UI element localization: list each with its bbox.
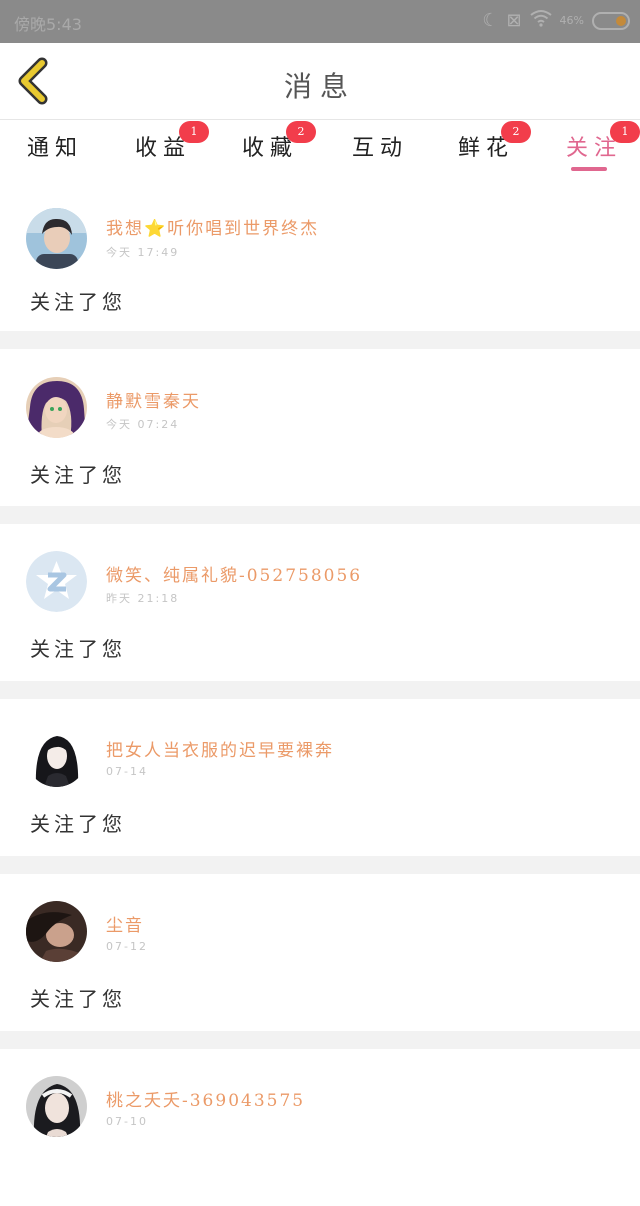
avatar[interactable] bbox=[26, 377, 87, 438]
tab-notifications[interactable]: 通知 bbox=[27, 130, 83, 170]
unread-badge: 2 bbox=[286, 121, 316, 143]
username-link[interactable]: 桃之夭夭-369043575 bbox=[106, 1086, 305, 1111]
list-item[interactable]: 静默雪秦天 今天 07:24 关注了您 bbox=[0, 349, 640, 506]
tab-favorites[interactable]: 收藏 2 bbox=[242, 121, 316, 170]
unread-badge: 2 bbox=[501, 121, 531, 143]
tab-earnings[interactable]: 收益 1 bbox=[135, 121, 209, 170]
timestamp: 今天 17:49 bbox=[106, 246, 180, 259]
avatar[interactable] bbox=[26, 901, 87, 962]
moon-icon: ☾ bbox=[482, 10, 499, 31]
avatar[interactable] bbox=[26, 726, 87, 787]
list-item[interactable]: 尘音 07-12 关注了您 bbox=[0, 874, 640, 1031]
status-time: 傍晚5:43 bbox=[14, 15, 82, 34]
username-link[interactable]: 尘音 bbox=[106, 911, 144, 936]
tab-interactions[interactable]: 互动 bbox=[352, 130, 408, 170]
tab-label: 互动 bbox=[352, 136, 409, 161]
tab-follows[interactable]: 关注 1 bbox=[566, 121, 640, 170]
list-item[interactable]: 把女人当衣服的迟早要裸奔 07-14 关注了您 bbox=[0, 699, 640, 856]
wifi-icon bbox=[529, 9, 552, 34]
active-tab-indicator bbox=[571, 167, 607, 171]
battery-icon bbox=[592, 12, 630, 30]
header: 消息 bbox=[0, 43, 640, 120]
username-link[interactable]: 我想⭐听你唱到世界终杰 bbox=[106, 214, 319, 239]
timestamp: 07-14 bbox=[106, 765, 148, 778]
divider bbox=[0, 856, 640, 874]
username-link[interactable]: 把女人当衣服的迟早要裸奔 bbox=[106, 736, 334, 761]
status-icons: ☾ ⊠ 46% bbox=[482, 9, 630, 33]
battery-percent: 46% bbox=[559, 14, 584, 27]
list-item[interactable]: 微笑、纯属礼貌-052758056 昨天 21:18 关注了您 bbox=[0, 524, 640, 681]
avatar[interactable] bbox=[26, 551, 87, 612]
timestamp: 今天 07:24 bbox=[106, 418, 180, 431]
follow-message: 关注了您 bbox=[30, 463, 126, 487]
page-title: 消息 bbox=[283, 70, 356, 103]
follow-list: 我想⭐听你唱到世界终杰 今天 17:49 关注了您 静默雪秦天 今天 07:24… bbox=[0, 174, 640, 1206]
tab-label: 通知 bbox=[27, 136, 84, 161]
avatar[interactable] bbox=[26, 208, 87, 269]
status-bar: 傍晚5:43 ☾ ⊠ 46% bbox=[0, 0, 640, 43]
follow-message: 关注了您 bbox=[30, 987, 126, 1011]
avatar[interactable] bbox=[26, 1076, 87, 1137]
list-item[interactable]: 桃之夭夭-369043575 07-10 bbox=[0, 1049, 640, 1206]
follow-message: 关注了您 bbox=[30, 637, 126, 661]
tab-flowers[interactable]: 鲜花 2 bbox=[458, 121, 531, 170]
follow-message: 关注了您 bbox=[30, 290, 126, 314]
timestamp: 昨天 21:18 bbox=[106, 592, 180, 605]
no-sim-icon: ⊠ bbox=[506, 10, 522, 31]
unread-badge: 1 bbox=[179, 121, 209, 143]
tab-bar: 通知 收益 1 收藏 2 互动 鲜花 2 关注 1 bbox=[0, 120, 640, 174]
follow-message: 关注了您 bbox=[30, 812, 126, 836]
divider bbox=[0, 1031, 640, 1049]
divider bbox=[0, 506, 640, 524]
unread-badge: 1 bbox=[610, 121, 640, 143]
username-link[interactable]: 静默雪秦天 bbox=[106, 387, 201, 412]
divider bbox=[0, 331, 640, 349]
timestamp: 07-12 bbox=[106, 940, 148, 953]
timestamp: 07-10 bbox=[106, 1115, 148, 1128]
username-link[interactable]: 微笑、纯属礼貌-052758056 bbox=[106, 561, 362, 586]
list-item[interactable]: 我想⭐听你唱到世界终杰 今天 17:49 关注了您 bbox=[0, 174, 640, 331]
divider bbox=[0, 681, 640, 699]
